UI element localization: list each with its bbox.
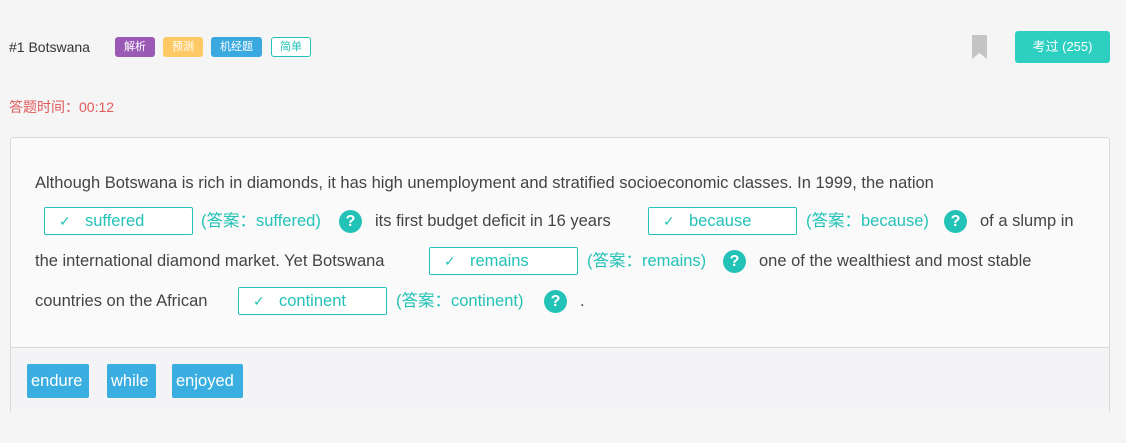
- check-icon: ✓: [253, 293, 265, 309]
- blank-value: continent: [279, 292, 346, 310]
- blank-2[interactable]: ✓ because: [648, 207, 797, 235]
- blank-value: suffered: [85, 212, 145, 230]
- exam-count-button[interactable]: 考过 (255): [1015, 31, 1110, 63]
- help-icon[interactable]: ?: [339, 210, 362, 233]
- blank-3[interactable]: ✓ remains: [429, 247, 578, 275]
- passage-text: the international diamond market. Yet Bo…: [35, 252, 385, 270]
- question-card: Although Botswana is rich in diamonds, i…: [10, 137, 1110, 414]
- word-chip-enjoyed[interactable]: enjoyed: [172, 364, 243, 398]
- blank-value: remains: [470, 252, 529, 270]
- answer-hint: (答案：because): [806, 212, 929, 230]
- blank-1[interactable]: ✓ suffered: [44, 207, 193, 235]
- passage-text: countries on the African: [35, 292, 208, 310]
- tag-recalled-question: 机经题: [211, 37, 262, 57]
- blank-4[interactable]: ✓ continent: [238, 287, 387, 315]
- tag-prediction: 预测: [163, 37, 203, 57]
- check-icon: ✓: [444, 253, 456, 269]
- passage-line-1: Although Botswana is rich in diamonds, i…: [35, 174, 934, 192]
- passage-text: .: [580, 292, 585, 310]
- passage-text: one of the wealthiest and most stable: [759, 252, 1032, 270]
- answer-hint: (答案：remains): [587, 252, 707, 270]
- question-title: #1 Botswana: [9, 39, 90, 55]
- word-chip-endure[interactable]: endure: [27, 364, 89, 398]
- answer-timer: 答题时间：00:12: [9, 99, 115, 115]
- answer-hint: (答案：suffered): [201, 212, 321, 230]
- word-chip-while[interactable]: while: [107, 364, 156, 398]
- help-icon[interactable]: ?: [723, 250, 746, 273]
- tag-analysis[interactable]: 解析: [115, 37, 155, 57]
- answer-hint: (答案：continent): [396, 292, 524, 310]
- word-bank: endure while enjoyed: [11, 347, 1109, 414]
- bookmark-icon[interactable]: [972, 35, 987, 59]
- help-icon[interactable]: ?: [544, 290, 567, 313]
- help-icon[interactable]: ?: [944, 210, 967, 233]
- blank-value: because: [689, 212, 752, 230]
- question-header: #1 Botswana 解析 预测 机经题 简单 考过 (255): [0, 0, 1126, 95]
- tag-difficulty-easy: 简单: [271, 37, 311, 57]
- passage-text: its first budget deficit in 16 years: [375, 212, 611, 230]
- passage-text: of a slump in: [980, 212, 1074, 230]
- check-icon: ✓: [663, 213, 675, 229]
- check-icon: ✓: [59, 213, 71, 229]
